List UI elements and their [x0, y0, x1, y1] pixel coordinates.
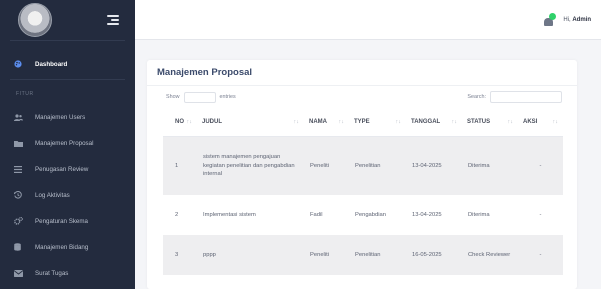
search-control: Search: [467, 91, 562, 103]
search-input[interactable] [490, 91, 562, 103]
sidebar-item-label: Penugasan Review [35, 165, 89, 173]
table-row: 2 Implementasi sistem Fadil Pengabdian 1… [163, 195, 563, 235]
envelope-icon [14, 269, 28, 277]
sidebar-item-proposal[interactable]: Manajemen Proposal [0, 130, 135, 156]
history-icon [14, 191, 28, 199]
topbar: Hi, Admin [135, 0, 601, 40]
cell-tanggal: 13-04-2025 [406, 136, 462, 195]
sidebar-item-label: Surat Tugas [35, 269, 69, 277]
user-menu[interactable]: Hi, Admin [543, 12, 591, 26]
cell-judul: sistem manajemen pengajuan kegiatan pene… [197, 136, 304, 195]
sidebar-item-label: Manajemen Users [35, 113, 86, 121]
table-row: 1 sistem manajemen pengajuan kegiatan pe… [163, 136, 563, 195]
sort-icon: ↑↓ [507, 118, 514, 125]
cell-type: Pengabdian [355, 211, 386, 218]
sidebar-item-review[interactable]: Penugasan Review [0, 156, 135, 182]
column-header-tanggal[interactable]: TANGGAL ↑↓ [406, 108, 462, 137]
user-greeting[interactable]: Hi, Admin [563, 17, 591, 23]
proposal-card: Manajemen Proposal Show entries Search: … [147, 60, 577, 289]
sidebar-item-log[interactable]: Log Aktivitas [0, 182, 135, 208]
cell-tanggal: 13-04-2025 [412, 211, 442, 218]
sort-icon: ↑↓ [395, 118, 402, 125]
palette-icon [14, 60, 28, 68]
sidebar-item-dashboard[interactable]: Dashboard [0, 49, 135, 79]
database-icon [14, 243, 28, 251]
cell-status: Check Reviewer [462, 235, 518, 275]
cell-judul: pppp [197, 235, 304, 275]
column-header-judul[interactable]: JUDUL ↑↓ [197, 108, 304, 137]
entries-select[interactable] [183, 91, 216, 103]
sidebar-item-bidang[interactable]: Manajemen Bidang [0, 234, 135, 260]
search-label: Search: [467, 94, 486, 100]
cogs-icon [14, 217, 28, 225]
cell-status: Diterima [462, 136, 518, 195]
cell-judul: Implementasi sistem [203, 211, 256, 218]
column-header-nama[interactable]: NAMA ↑↓ [304, 108, 349, 137]
sidebar: Dashboard FITUR Manajemen Users Manajeme… [0, 0, 135, 289]
university-logo[interactable] [18, 3, 52, 37]
sidebar-nav: Dashboard FITUR Manajemen Users Manajeme… [0, 49, 135, 286]
sidebar-item-users[interactable]: Manajemen Users [0, 104, 135, 130]
cell-nama: Peneliti [304, 235, 349, 275]
cell-type: Penelitian [349, 235, 406, 275]
sidebar-item-surat[interactable]: Surat Tugas [0, 260, 135, 286]
table-header-row: NO ↑↓ JUDUL ↑↓ NAMA ↑↓ TYPE ↑↓ TANGGAL ↑↓ STA… [163, 108, 563, 137]
sidebar-item-label: Manajemen Proposal [35, 139, 94, 147]
sort-icon: ↑↓ [451, 118, 458, 125]
sidebar-item-label: Pengaturan Skema [35, 217, 88, 225]
sidebar-brand [0, 0, 135, 40]
entries-control: Show entries [166, 91, 236, 103]
username: Admin [572, 16, 591, 23]
folder-icon [14, 140, 28, 147]
notification-bell-icon[interactable] [543, 12, 557, 26]
proposal-table: NO ↑↓ JUDUL ↑↓ NAMA ↑↓ TYPE ↑↓ TANGGAL ↑↓ STA… [163, 108, 563, 275]
sidebar-item-skema[interactable]: Pengaturan Skema [0, 208, 135, 234]
sort-icon: ↑↓ [186, 118, 193, 125]
sort-icon: ↑↓ [293, 118, 300, 125]
sidebar-section-label: FITUR [16, 91, 34, 97]
cell-aksi: - [518, 235, 563, 275]
sort-icon: ↑↓ [338, 118, 345, 125]
sidebar-item-label: Dashboard [35, 60, 68, 68]
cell-no: 3 [163, 235, 197, 275]
hamburger-menu-icon[interactable] [107, 15, 119, 25]
cell-status: Diterima [468, 211, 490, 218]
sidebar-divider [10, 79, 125, 80]
cell-aksi: - [518, 136, 563, 195]
users-icon [14, 113, 28, 121]
sidebar-divider [10, 40, 125, 41]
entries-label: entries [219, 94, 236, 100]
sort-icon: ↑↓ [552, 118, 559, 125]
cell-tanggal: 16-05-2025 [406, 235, 462, 275]
table-row: 3 pppp Peneliti Penelitian 16-05-2025 Ch… [163, 235, 563, 275]
cell-type: Penelitian [349, 136, 406, 195]
list-icon [14, 165, 28, 173]
column-header-no[interactable]: NO ↑↓ [163, 108, 197, 137]
cell-nama: Fadil [310, 211, 323, 218]
table-controls: Show entries Search: [147, 86, 577, 108]
sidebar-item-label: Log Aktivitas [35, 191, 70, 199]
column-header-status[interactable]: STATUS ↑↓ [462, 108, 518, 137]
cell-nama: Peneliti [304, 136, 349, 195]
sidebar-item-label: Manajemen Bidang [35, 243, 89, 251]
cell-no: 2 [175, 211, 179, 218]
column-header-aksi[interactable]: AKSI ↑↓ [518, 108, 563, 137]
cell-aksi: - [539, 211, 542, 218]
column-header-type[interactable]: TYPE ↑↓ [349, 108, 406, 137]
notification-badge [549, 12, 557, 20]
show-label: Show [166, 94, 180, 100]
cell-no: 1 [163, 136, 197, 195]
page-title: Manajemen Proposal [147, 60, 577, 86]
